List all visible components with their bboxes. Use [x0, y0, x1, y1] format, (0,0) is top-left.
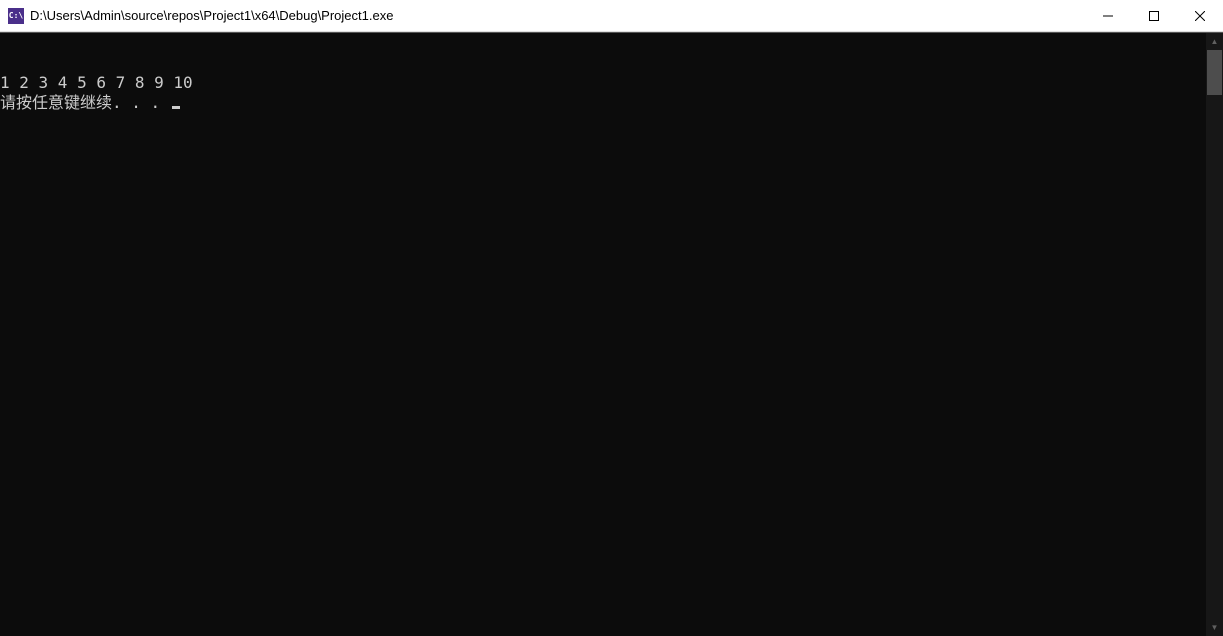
console-prompt-text: 请按任意键继续. . . — [0, 93, 170, 112]
close-icon — [1195, 11, 1205, 21]
scrollbar-thumb[interactable] — [1207, 50, 1222, 95]
cursor-icon — [172, 106, 180, 109]
minimize-button[interactable] — [1085, 0, 1131, 31]
scrollbar-up-arrow-icon[interactable]: ▲ — [1206, 33, 1223, 50]
maximize-icon — [1149, 11, 1159, 21]
window-title: D:\Users\Admin\source\repos\Project1\x64… — [30, 8, 1085, 23]
console-line-2: 请按任意键继续. . . — [0, 93, 1206, 113]
console-output[interactable]: 1 2 3 4 5 6 7 8 9 10请按任意键继续. . . — [0, 33, 1206, 636]
window-controls — [1085, 0, 1223, 31]
vertical-scrollbar[interactable]: ▲ ▼ — [1206, 33, 1223, 636]
minimize-icon — [1103, 11, 1113, 21]
scrollbar-down-arrow-icon[interactable]: ▼ — [1206, 619, 1223, 636]
console-line-1: 1 2 3 4 5 6 7 8 9 10 — [0, 73, 1206, 93]
console-wrapper: 1 2 3 4 5 6 7 8 9 10请按任意键继续. . . ▲ ▼ — [0, 32, 1223, 636]
maximize-button[interactable] — [1131, 0, 1177, 31]
window-titlebar: C:\ D:\Users\Admin\source\repos\Project1… — [0, 0, 1223, 32]
close-button[interactable] — [1177, 0, 1223, 31]
app-icon: C:\ — [8, 8, 24, 24]
scrollbar-track[interactable] — [1206, 50, 1223, 619]
